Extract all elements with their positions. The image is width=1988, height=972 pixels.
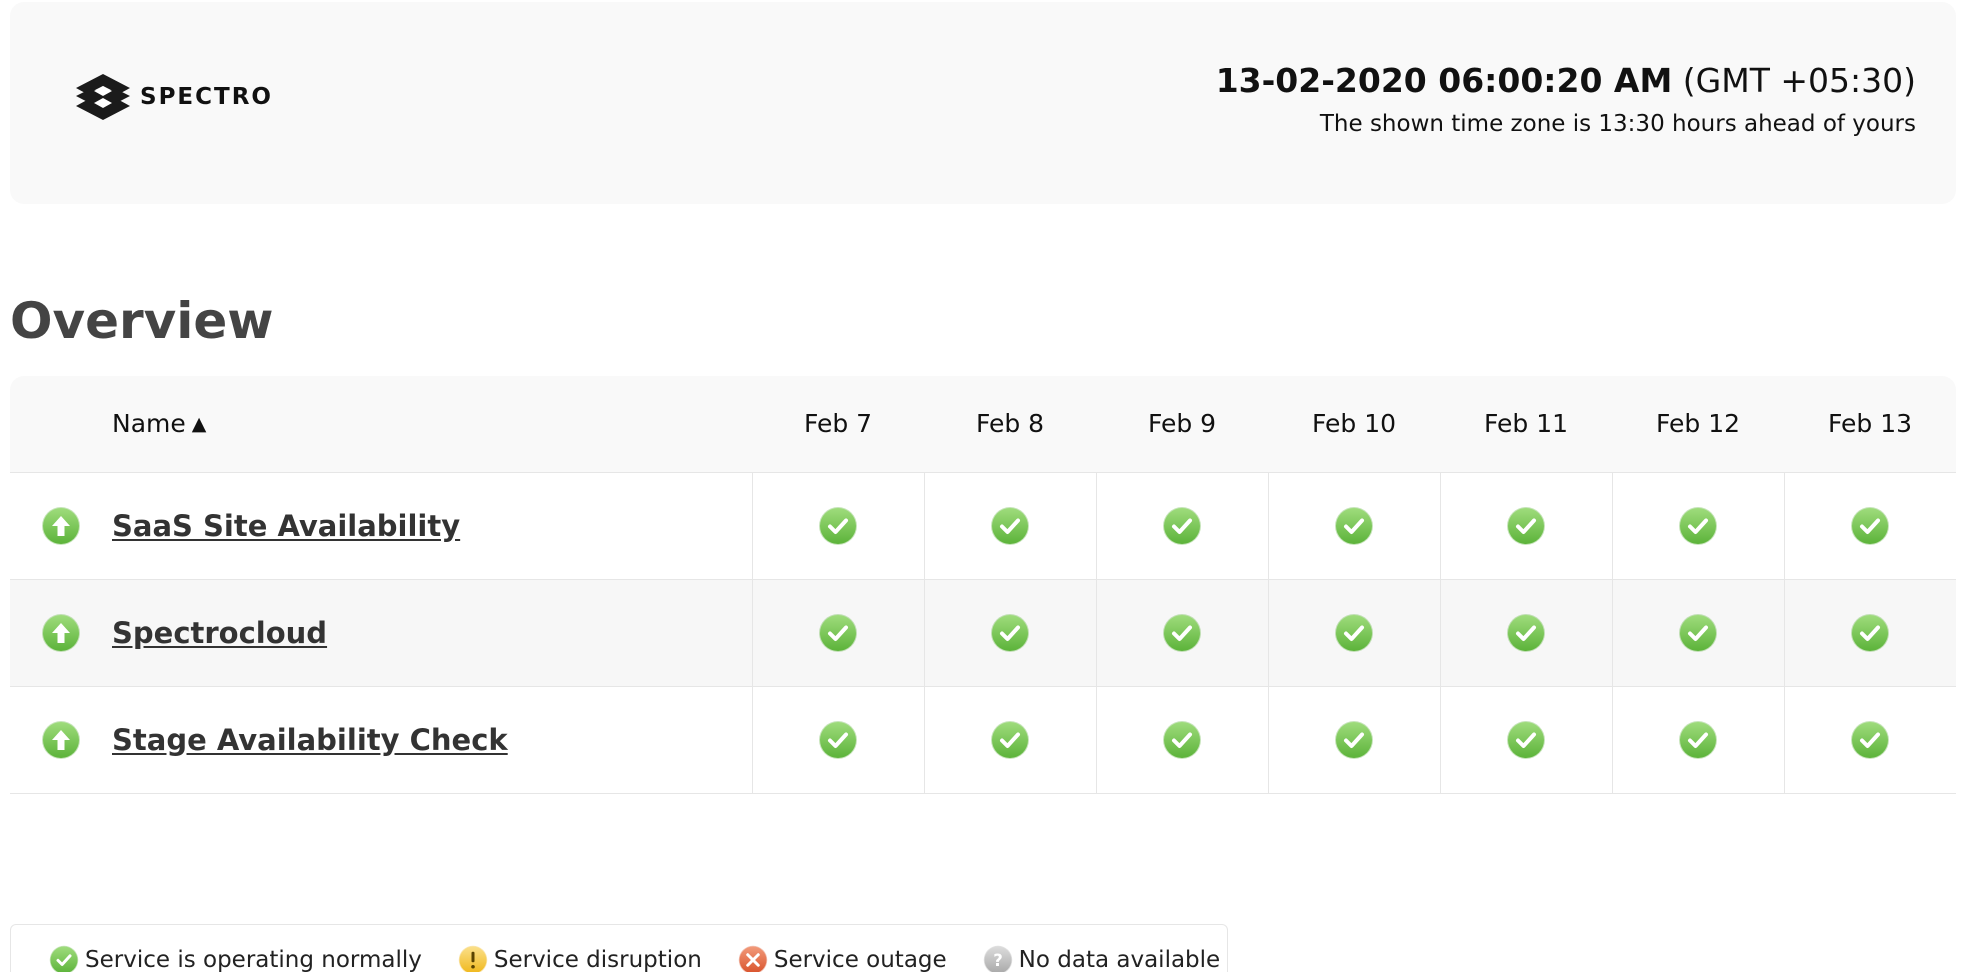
brand-name: SPECTRO: [140, 84, 273, 110]
name-column-header[interactable]: Name ▲: [112, 376, 752, 473]
check-circle-icon: [991, 720, 1029, 759]
table-header-row: Name ▲ Feb 7 Feb 8 Feb 9 Feb 10 Feb 11 Fe…: [10, 376, 1956, 473]
svg-text:?: ?: [993, 951, 1003, 970]
day-status-cell[interactable]: [923, 472, 1096, 580]
check-circle-icon: [1507, 613, 1545, 652]
day-status-cell[interactable]: [751, 686, 924, 794]
exclamation-circle-icon: [458, 945, 488, 972]
day-status-cell[interactable]: [1611, 579, 1784, 687]
table-row: Spectrocloud: [10, 579, 1956, 687]
status-page: SPECTRO 13-02-2020 06:00:20 AM (GMT +05:…: [0, 0, 1988, 972]
table-row: Stage Availability Check: [10, 686, 1956, 794]
arrow-up-circle-icon: [42, 613, 80, 652]
day-column-header: Feb 12: [1612, 376, 1784, 473]
question-circle-icon: ?: [983, 945, 1012, 972]
day-status-cell[interactable]: [751, 472, 924, 580]
check-circle-icon: [1851, 506, 1890, 545]
day-status-cell[interactable]: [1783, 472, 1956, 580]
check-circle-icon: [1335, 613, 1373, 652]
day-column-header: Feb 8: [924, 376, 1096, 473]
sort-ascending-icon[interactable]: ▲: [192, 413, 207, 435]
day-status-cell[interactable]: [1611, 686, 1784, 794]
timezone-note: The shown time zone is 13:30 hours ahead…: [1319, 111, 1916, 137]
day-status-cell[interactable]: [1783, 686, 1956, 794]
day-column-header: Feb 7: [752, 376, 924, 473]
day-status-cell[interactable]: [1439, 579, 1612, 687]
current-status-cell: [10, 686, 112, 794]
timezone-label: (GMT +05:30): [1682, 61, 1916, 100]
day-column-header: Feb 11: [1440, 376, 1612, 473]
check-circle-icon: [819, 506, 857, 545]
table-row: SaaS Site Availability: [10, 472, 1956, 580]
legend-label: Service is operating normally: [85, 947, 422, 972]
timestamp-block: 13-02-2020 06:00:20 AM (GMT +05:30) The …: [1216, 60, 1916, 140]
header-card: SPECTRO 13-02-2020 06:00:20 AM (GMT +05:…: [10, 2, 1956, 204]
day-column-header: Feb 9: [1096, 376, 1268, 473]
x-circle-icon: [738, 945, 768, 972]
check-circle-icon: [819, 720, 857, 759]
check-circle-icon: [819, 613, 857, 652]
status-table: Name ▲ Feb 7 Feb 8 Feb 9 Feb 10 Feb 11 Fe…: [10, 376, 1956, 794]
day-column-header: Feb 13: [1784, 376, 1956, 473]
day-status-cell[interactable]: [1095, 579, 1268, 687]
timestamp-value: 13-02-2020 06:00:20 AM: [1215, 61, 1673, 100]
check-circle-icon: [1507, 720, 1545, 759]
day-status-cell[interactable]: [923, 579, 1096, 687]
check-circle-icon: [1679, 613, 1717, 652]
status-legend: Service is operating normally Service dis…: [10, 924, 1228, 972]
current-time: 13-02-2020 06:00:20 AM (GMT +05:30): [1216, 60, 1916, 102]
check-circle-icon: [1679, 506, 1717, 545]
legend-label: Service outage: [773, 947, 947, 972]
day-status-cell[interactable]: [1267, 472, 1440, 580]
day-status-cell[interactable]: [1439, 686, 1612, 794]
day-status-cell[interactable]: [1267, 686, 1440, 794]
check-circle-icon: [1851, 613, 1890, 652]
day-status-cell[interactable]: [1267, 579, 1440, 687]
check-circle-icon: [1335, 720, 1373, 759]
current-status-cell: [10, 579, 112, 687]
legend-label: No data available: [1018, 947, 1221, 972]
service-name-link[interactable]: Stage Availability Check: [112, 723, 508, 757]
day-status-cell[interactable]: [1439, 472, 1612, 580]
day-column-header: Feb 10: [1268, 376, 1440, 473]
check-circle-icon: [1679, 720, 1717, 759]
spectro-logo-icon: [76, 74, 130, 120]
check-circle-icon: [1163, 613, 1201, 652]
check-circle-icon: [991, 613, 1029, 652]
check-circle-icon: [1851, 720, 1890, 759]
current-status-cell: [10, 472, 112, 580]
arrow-up-circle-icon: [42, 506, 80, 545]
arrow-up-circle-icon: [42, 720, 80, 759]
day-status-cell[interactable]: [1611, 472, 1784, 580]
check-circle-icon: [1335, 506, 1373, 545]
check-circle-icon: [991, 506, 1029, 545]
day-status-cell[interactable]: [923, 686, 1096, 794]
check-circle-icon: [49, 945, 79, 972]
check-circle-icon: [1163, 720, 1201, 759]
day-status-cell[interactable]: [1095, 472, 1268, 580]
service-name-cell: Spectrocloud: [112, 579, 752, 687]
legend-item: Service disruption: [458, 945, 702, 972]
day-status-cell[interactable]: [751, 579, 924, 687]
service-name-cell: SaaS Site Availability: [112, 472, 752, 580]
legend-item: Service is operating normally: [49, 945, 422, 972]
day-status-cell[interactable]: [1095, 686, 1268, 794]
name-header-label: Name: [112, 409, 186, 439]
legend-item: Service outage: [738, 945, 947, 972]
service-name-cell: Stage Availability Check: [112, 686, 752, 794]
check-circle-icon: [1163, 506, 1201, 545]
legend-item: ? No data available: [983, 945, 1221, 972]
service-name-link[interactable]: SaaS Site Availability: [112, 509, 460, 543]
legend-label: Service disruption: [493, 947, 702, 972]
day-status-cell[interactable]: [1783, 579, 1956, 687]
status-column-header: [10, 376, 112, 473]
page-title: Overview: [10, 292, 274, 350]
check-circle-icon: [1507, 506, 1545, 545]
brand-logo[interactable]: SPECTRO: [76, 74, 273, 120]
service-name-link[interactable]: Spectrocloud: [112, 616, 327, 650]
